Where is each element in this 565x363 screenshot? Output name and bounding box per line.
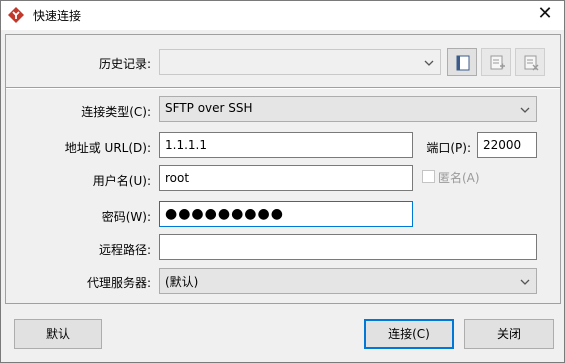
default-button[interactable]: 默认 <box>14 319 102 349</box>
form-icon <box>456 55 470 71</box>
history-delete-button[interactable] <box>515 48 545 76</box>
history-label: 历史记录: <box>98 57 151 71</box>
conn-type-label: 连接类型(C): <box>81 105 151 119</box>
chevron-down-icon <box>520 107 530 113</box>
port-value: 22000 <box>483 138 522 152</box>
port-label: 端口(P): <box>426 141 471 155</box>
window-title: 快速连接 <box>33 9 82 23</box>
user-input[interactable]: root <box>159 165 413 191</box>
history-select[interactable] <box>159 49 441 75</box>
title-bar: 快速连接 ✕ <box>1 1 564 30</box>
port-input[interactable]: 22000 <box>477 132 537 158</box>
remote-path-label: 远程路径: <box>98 243 151 257</box>
section-divider <box>6 87 560 89</box>
proxy-select[interactable]: (默认) <box>159 268 537 294</box>
chevron-down-icon <box>424 60 434 66</box>
connect-button[interactable]: 连接(C) <box>364 319 454 349</box>
proxy-value: (默认) <box>165 275 199 289</box>
history-open-button[interactable] <box>447 48 477 76</box>
password-value: ●●●●●●●●● <box>165 206 284 222</box>
password-label: 密码(W): <box>101 210 151 224</box>
delete-entry-icon <box>524 55 539 71</box>
conn-type-value: SFTP over SSH <box>165 101 253 115</box>
close-window-button[interactable]: ✕ <box>534 3 556 25</box>
host-value: 1.1.1.1 <box>165 138 207 152</box>
app-logo-icon <box>8 7 24 23</box>
user-label: 用户名(U): <box>92 174 151 188</box>
password-input[interactable]: ●●●●●●●●● <box>159 201 413 227</box>
user-value: root <box>165 171 190 185</box>
host-input[interactable]: 1.1.1.1 <box>159 132 413 158</box>
host-label: 地址或 URL(D): <box>64 141 151 155</box>
add-entry-icon <box>490 55 505 70</box>
close-button[interactable]: 关闭 <box>464 319 554 349</box>
anonymous-checkbox-box[interactable] <box>422 170 435 183</box>
proxy-label: 代理服务器: <box>86 276 151 290</box>
chevron-down-icon <box>520 279 530 285</box>
anonymous-label: 匿名(A) <box>438 171 480 185</box>
history-save-button[interactable] <box>481 48 511 76</box>
conn-type-select[interactable]: SFTP over SSH <box>159 96 537 122</box>
remote-path-input[interactable] <box>159 234 537 260</box>
quick-connect-dialog: 快速连接 ✕ 历史记录: 连接类型(C): SFTP over SSH 地址或 … <box>0 0 565 363</box>
